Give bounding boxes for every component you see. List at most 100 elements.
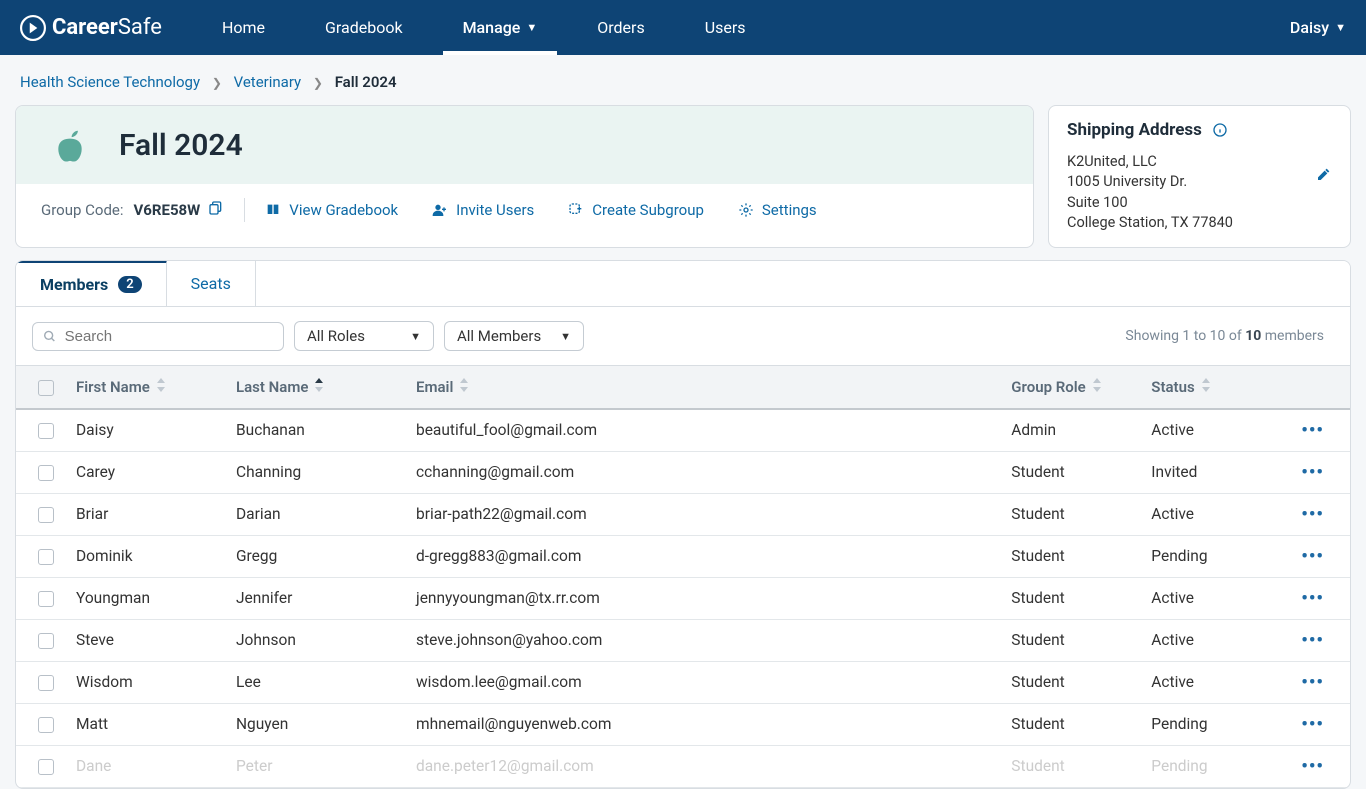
brand-logo[interactable]: CareerSafe: [20, 15, 162, 41]
cell-first-name: Matt: [66, 703, 226, 745]
tab-members[interactable]: Members 2: [16, 260, 167, 306]
cell-role: Student: [1001, 493, 1141, 535]
row-checkbox[interactable]: [38, 717, 54, 733]
chevron-right-icon: ❯: [313, 76, 323, 90]
group-code-label: Group Code:: [41, 201, 124, 219]
row-actions-menu[interactable]: •••: [1301, 588, 1340, 609]
sort-icon: [1092, 378, 1102, 392]
edit-icon[interactable]: [1316, 166, 1332, 186]
search-input[interactable]: [65, 328, 273, 345]
cell-last-name: Gregg: [226, 535, 406, 577]
cell-first-name: Dominik: [66, 535, 226, 577]
cell-last-name: Buchanan: [226, 409, 406, 451]
cell-first-name: Briar: [66, 493, 226, 535]
cell-status: Active: [1141, 661, 1291, 703]
col-first-name[interactable]: First Name: [66, 366, 226, 410]
row-checkbox[interactable]: [38, 675, 54, 691]
row-checkbox[interactable]: [38, 549, 54, 565]
cell-status: Pending: [1141, 535, 1291, 577]
nav-gradebook[interactable]: Gradebook: [295, 0, 433, 55]
cell-role: Student: [1001, 745, 1141, 787]
create-subgroup-link[interactable]: Create Subgroup: [568, 201, 704, 219]
chevron-right-icon: ❯: [212, 76, 222, 90]
row-checkbox[interactable]: [38, 633, 54, 649]
group-code: V6RE58W: [134, 201, 201, 219]
cell-email: dane.peter12@gmail.com: [406, 745, 1001, 787]
cell-status: Active: [1141, 409, 1291, 451]
breadcrumb-link[interactable]: Health Science Technology: [20, 73, 200, 91]
view-gradebook-link[interactable]: View Gradebook: [265, 201, 398, 219]
info-icon[interactable]: [1212, 122, 1228, 138]
row-actions-menu[interactable]: •••: [1301, 756, 1340, 777]
table-row: DominikGreggd-gregg883@gmail.comStudentP…: [16, 535, 1350, 577]
row-checkbox[interactable]: [38, 507, 54, 523]
row-actions-menu[interactable]: •••: [1301, 714, 1340, 735]
cell-role: Student: [1001, 535, 1141, 577]
row-actions-menu[interactable]: •••: [1301, 630, 1340, 651]
sort-icon: [459, 378, 469, 392]
nav-orders[interactable]: Orders: [567, 0, 674, 55]
gear-icon: [738, 202, 754, 218]
search-input-wrap[interactable]: [32, 322, 284, 351]
shipping-card: Shipping Address K2United, LLC 1005 Univ…: [1048, 105, 1351, 248]
nav-users[interactable]: Users: [675, 0, 776, 55]
cell-first-name: Youngman: [66, 577, 226, 619]
cell-status: Pending: [1141, 703, 1291, 745]
col-status[interactable]: Status: [1141, 366, 1291, 410]
cell-email: jennyyoungman@tx.rr.com: [406, 577, 1001, 619]
user-menu[interactable]: Daisy▼: [1290, 18, 1346, 37]
copy-icon[interactable]: [208, 200, 224, 220]
shipping-address: K2United, LLC 1005 University Dr. Suite …: [1067, 152, 1332, 233]
user-plus-icon: [432, 202, 448, 218]
cell-email: beautiful_fool@gmail.com: [406, 409, 1001, 451]
cell-status: Active: [1141, 577, 1291, 619]
sort-icon: [314, 378, 324, 392]
table-row: CareyChanningcchanning@gmail.comStudentI…: [16, 451, 1350, 493]
row-checkbox[interactable]: [38, 423, 54, 439]
sort-icon: [1201, 378, 1211, 392]
logo-text-1: Career: [52, 15, 118, 40]
tab-seats[interactable]: Seats: [167, 261, 256, 306]
group-add-icon: [568, 202, 584, 218]
cell-role: Admin: [1001, 409, 1141, 451]
col-role[interactable]: Group Role: [1001, 366, 1141, 410]
row-actions-menu[interactable]: •••: [1301, 546, 1340, 567]
caret-down-icon: ▼: [560, 330, 571, 343]
filter-members-select[interactable]: All Members ▼: [444, 321, 584, 351]
nav-home[interactable]: Home: [192, 0, 295, 55]
logo-icon: [20, 15, 46, 41]
row-checkbox[interactable]: [38, 759, 54, 775]
cell-last-name: Darian: [226, 493, 406, 535]
nav-manage[interactable]: Manage▼: [433, 0, 568, 55]
row-checkbox[interactable]: [38, 465, 54, 481]
table-row: BriarDarianbriar-path22@gmail.comStudent…: [16, 493, 1350, 535]
cell-role: Student: [1001, 577, 1141, 619]
row-actions-menu[interactable]: •••: [1301, 462, 1340, 483]
group-title: Fall 2024: [119, 128, 243, 163]
members-count-badge: 2: [118, 276, 141, 293]
cell-email: cchanning@gmail.com: [406, 451, 1001, 493]
cell-status: Invited: [1141, 451, 1291, 493]
breadcrumb-link[interactable]: Veterinary: [234, 73, 302, 91]
filter-roles-select[interactable]: All Roles ▼: [294, 321, 434, 351]
col-email[interactable]: Email: [406, 366, 1001, 410]
members-table: First Name Last Name Email Group Role St…: [16, 365, 1350, 788]
table-row: YoungmanJenniferjennyyoungman@tx.rr.comS…: [16, 577, 1350, 619]
settings-link[interactable]: Settings: [738, 201, 817, 219]
col-last-name[interactable]: Last Name: [226, 366, 406, 410]
shipping-title: Shipping Address: [1067, 120, 1202, 140]
tabs: Members 2 Seats: [16, 261, 1350, 307]
caret-down-icon: ▼: [526, 21, 537, 34]
caret-down-icon: ▼: [410, 330, 421, 343]
breadcrumb: Health Science Technology ❯ Veterinary ❯…: [15, 55, 1351, 105]
showing-text: Showing 1 to 10 of 10 members: [1125, 328, 1324, 344]
row-checkbox[interactable]: [38, 591, 54, 607]
row-actions-menu[interactable]: •••: [1301, 420, 1340, 441]
select-all-checkbox[interactable]: [38, 380, 54, 396]
invite-users-link[interactable]: Invite Users: [432, 201, 534, 219]
cell-last-name: Nguyen: [226, 703, 406, 745]
table-row: MattNguyenmhnemail@nguyenweb.comStudentP…: [16, 703, 1350, 745]
row-actions-menu[interactable]: •••: [1301, 504, 1340, 525]
top-navbar: CareerSafe Home Gradebook Manage▼ Orders…: [0, 0, 1366, 55]
row-actions-menu[interactable]: •••: [1301, 672, 1340, 693]
